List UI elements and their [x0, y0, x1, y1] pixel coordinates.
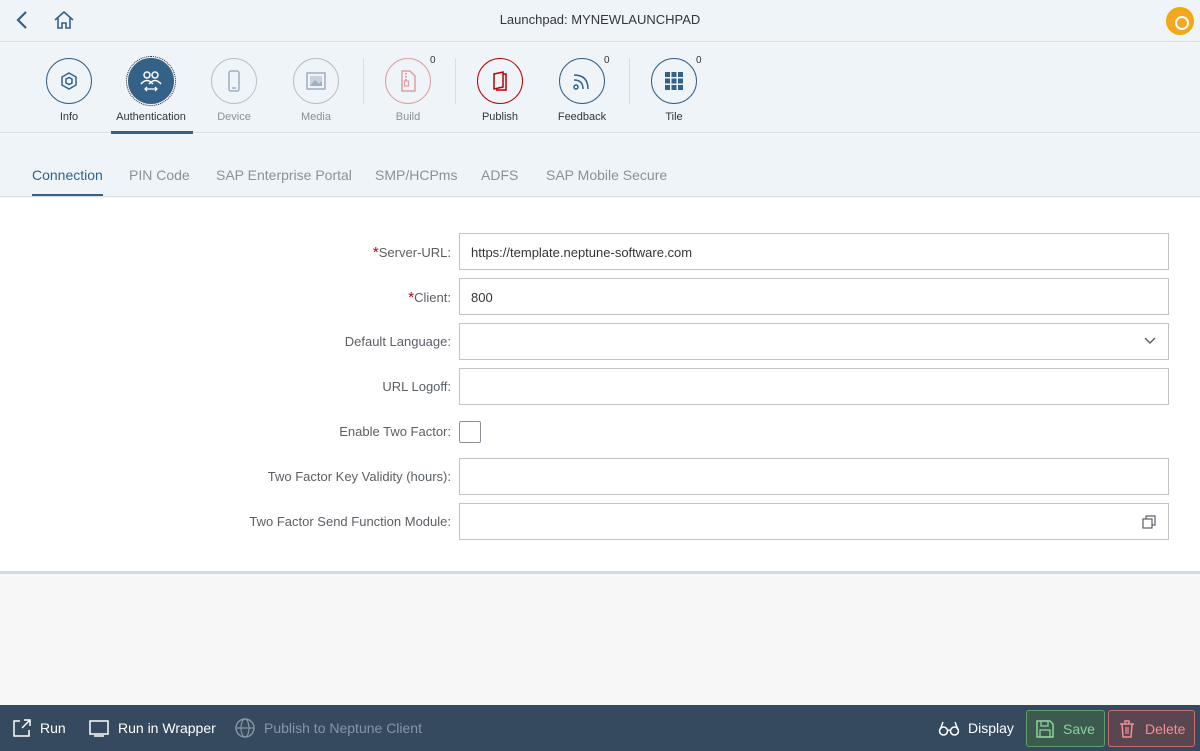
glasses-icon	[938, 721, 960, 736]
image-icon	[306, 72, 326, 90]
delete-button[interactable]: Delete	[1108, 710, 1195, 747]
tab-label: Publish	[481, 111, 519, 123]
globe-icon	[235, 718, 255, 738]
value-help-icon[interactable]	[1142, 515, 1156, 529]
client-input[interactable]: 800	[459, 278, 1169, 315]
display-label: Display	[968, 720, 1014, 736]
url-logoff-input[interactable]	[459, 368, 1169, 405]
grid-icon	[665, 72, 683, 90]
tab-smp-hcpms[interactable]: SMP/HCPms	[375, 167, 457, 183]
divider	[455, 58, 456, 104]
tab-feedback[interactable]: 0 Feedback	[540, 55, 624, 123]
tab-label: Authentication	[116, 111, 186, 123]
enable-two-factor-checkbox[interactable]	[459, 421, 481, 443]
two-factor-validity-input[interactable]	[459, 458, 1169, 495]
feed-icon	[573, 74, 589, 90]
page-title: Launchpad: MYNEWLAUNCHPAD	[499, 12, 701, 27]
tab-label: Media	[301, 111, 331, 123]
tab-label: Info	[59, 111, 79, 123]
avatar[interactable]	[1166, 7, 1194, 35]
text-tab-bar: Connection PIN Code SAP Enterprise Porta…	[0, 134, 1200, 197]
save-button[interactable]: Save	[1026, 710, 1105, 747]
run-label: Run	[40, 720, 66, 736]
tab-info[interactable]: Info	[27, 58, 111, 123]
form-row-enable-two-factor: Enable Two Factor:	[0, 413, 1200, 450]
zip-file-icon	[401, 70, 416, 92]
form-row-client: *Client: 800	[0, 278, 1200, 315]
tab-tile[interactable]: 0 Tile	[632, 55, 716, 123]
tab-count: 0	[604, 55, 610, 66]
url-logoff-label: URL Logoff:	[382, 379, 451, 394]
phone-icon	[228, 70, 240, 92]
save-icon	[1036, 719, 1054, 738]
run-button[interactable]: Run	[12, 717, 66, 739]
tab-sap-enterprise-portal[interactable]: SAP Enterprise Portal	[216, 167, 352, 183]
external-link-icon	[13, 719, 31, 737]
two-factor-function-input[interactable]	[459, 503, 1169, 540]
footer-toolbar: Run Run in Wrapper Publish to Neptune Cl…	[0, 705, 1200, 751]
tab-label: Device	[217, 111, 251, 123]
users-icon	[140, 71, 162, 92]
tab-count: 0	[430, 55, 436, 66]
run-in-wrapper-button[interactable]: Run in Wrapper	[88, 717, 216, 739]
tab-adfs[interactable]: ADFS	[481, 167, 518, 183]
delete-label: Delete	[1145, 720, 1186, 737]
publish-to-neptune-client-label: Publish to Neptune Client	[264, 720, 422, 736]
enable-two-factor-label: Enable Two Factor:	[339, 424, 451, 439]
chevron-down-icon[interactable]	[1144, 337, 1156, 345]
tab-label: Build	[395, 111, 421, 123]
tab-sap-mobile-secure[interactable]: SAP Mobile Secure	[546, 167, 667, 183]
tab-label: Feedback	[557, 111, 607, 123]
publish-to-neptune-client-button[interactable]: Publish to Neptune Client	[234, 717, 422, 739]
server-url-input[interactable]: https://template.neptune-software.com	[459, 233, 1169, 270]
book-icon	[493, 71, 507, 91]
display-button[interactable]: Display	[938, 717, 1014, 739]
divider	[629, 58, 630, 104]
save-label: Save	[1063, 720, 1095, 737]
tab-publish[interactable]: Publish	[458, 58, 542, 123]
tab-authentication[interactable]: Authentication	[109, 56, 193, 134]
tab-media[interactable]: Media	[274, 58, 358, 123]
tab-label: Tile	[665, 111, 683, 123]
divider	[363, 58, 364, 104]
default-language-label: Default Language:	[344, 334, 451, 349]
form-row-two-factor-validity: Two Factor Key Validity (hours):	[0, 458, 1200, 495]
two-factor-validity-label: Two Factor Key Validity (hours):	[267, 469, 451, 484]
client-label: *Client:	[408, 289, 451, 306]
trash-icon	[1120, 719, 1134, 738]
form-row-url-logoff: URL Logoff:	[0, 368, 1200, 405]
icon-tab-bar: Info Authentication Device Media 0 Build…	[0, 43, 1200, 134]
cube-icon	[61, 72, 77, 90]
tab-pin-code[interactable]: PIN Code	[129, 167, 190, 183]
form-row-server-url: *Server-URL: https://template.neptune-so…	[0, 233, 1200, 270]
form-row-two-factor-function: Two Factor Send Function Module:	[0, 503, 1200, 540]
tab-connection[interactable]: Connection	[32, 167, 103, 196]
form-row-default-language: Default Language:	[0, 323, 1200, 360]
shell-bar: Launchpad: MYNEWLAUNCHPAD	[0, 0, 1200, 42]
default-language-select[interactable]	[459, 323, 1169, 360]
tab-count: 0	[696, 55, 702, 66]
run-in-wrapper-label: Run in Wrapper	[118, 720, 216, 736]
monitor-icon	[89, 720, 109, 737]
server-url-label: *Server-URL:	[372, 244, 451, 261]
two-factor-function-label: Two Factor Send Function Module:	[249, 514, 451, 529]
tab-device[interactable]: Device	[192, 58, 276, 123]
connection-form: *Server-URL: https://template.neptune-so…	[0, 198, 1200, 574]
tab-build[interactable]: 0 Build	[366, 55, 450, 123]
